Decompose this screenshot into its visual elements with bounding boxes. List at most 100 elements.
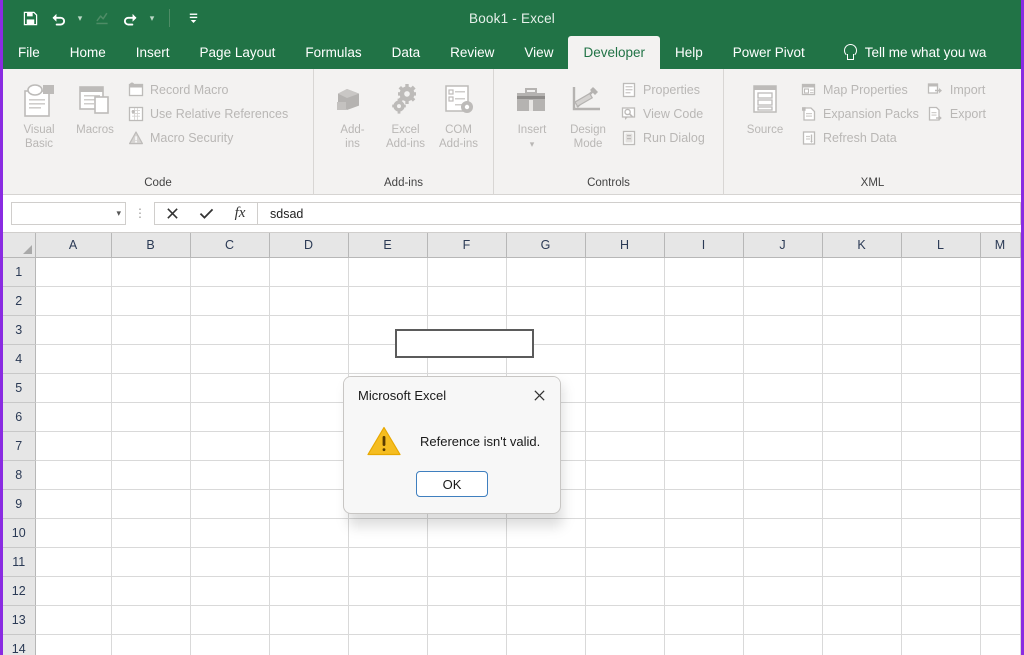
cell-C1[interactable] bbox=[190, 257, 269, 286]
cell-L8[interactable] bbox=[901, 460, 980, 489]
tab-file[interactable]: File bbox=[3, 36, 55, 69]
cell-H5[interactable] bbox=[585, 373, 664, 402]
column-header-i[interactable]: I bbox=[664, 233, 743, 257]
cell-E4[interactable] bbox=[348, 344, 427, 373]
cell-G11[interactable] bbox=[506, 547, 585, 576]
cell-C9[interactable] bbox=[190, 489, 269, 518]
cell-E14[interactable] bbox=[348, 634, 427, 655]
cell-K12[interactable] bbox=[822, 576, 901, 605]
tab-help[interactable]: Help bbox=[660, 36, 718, 69]
cell-A2[interactable] bbox=[35, 286, 111, 315]
cell-F1[interactable] bbox=[427, 257, 506, 286]
export-button[interactable]: Export bbox=[923, 102, 990, 126]
cell-J6[interactable] bbox=[743, 402, 822, 431]
cell-H9[interactable] bbox=[585, 489, 664, 518]
cell-A8[interactable] bbox=[35, 460, 111, 489]
cell-L7[interactable] bbox=[901, 431, 980, 460]
formula-input[interactable]: sdsad bbox=[257, 202, 1021, 225]
tab-home[interactable]: Home bbox=[55, 36, 121, 69]
cell-C6[interactable] bbox=[190, 402, 269, 431]
cell-D3[interactable] bbox=[269, 315, 348, 344]
cell-E12[interactable] bbox=[348, 576, 427, 605]
tell-me-box[interactable]: Tell me what you wa bbox=[820, 36, 987, 69]
properties-button[interactable]: Properties bbox=[616, 78, 709, 102]
row-header-14[interactable]: 14 bbox=[3, 634, 35, 655]
tab-data[interactable]: Data bbox=[377, 36, 436, 69]
cell-B9[interactable] bbox=[111, 489, 190, 518]
cell-J3[interactable] bbox=[743, 315, 822, 344]
cell-B3[interactable] bbox=[111, 315, 190, 344]
row-header-10[interactable]: 10 bbox=[3, 518, 35, 547]
cell-K9[interactable] bbox=[822, 489, 901, 518]
cell-E2[interactable] bbox=[348, 286, 427, 315]
cell-I1[interactable] bbox=[664, 257, 743, 286]
cell-J14[interactable] bbox=[743, 634, 822, 655]
cell-B11[interactable] bbox=[111, 547, 190, 576]
cell-L12[interactable] bbox=[901, 576, 980, 605]
row-header-12[interactable]: 12 bbox=[3, 576, 35, 605]
cell-C14[interactable] bbox=[190, 634, 269, 655]
macros-button[interactable]: Macros bbox=[67, 75, 123, 137]
cell-C5[interactable] bbox=[190, 373, 269, 402]
cell-C3[interactable] bbox=[190, 315, 269, 344]
cell-M5[interactable] bbox=[980, 373, 1020, 402]
insert-function-icon[interactable]: fx bbox=[223, 203, 257, 224]
column-header-m[interactable]: M bbox=[980, 233, 1020, 257]
cell-I13[interactable] bbox=[664, 605, 743, 634]
cell-D2[interactable] bbox=[269, 286, 348, 315]
cell-I6[interactable] bbox=[664, 402, 743, 431]
row-header-5[interactable]: 5 bbox=[3, 373, 35, 402]
customize-quick-access-toolbar-icon[interactable] bbox=[180, 5, 206, 31]
cell-I12[interactable] bbox=[664, 576, 743, 605]
cell-F4[interactable] bbox=[427, 344, 506, 373]
cell-B4[interactable] bbox=[111, 344, 190, 373]
tab-formulas[interactable]: Formulas bbox=[290, 36, 376, 69]
cell-A4[interactable] bbox=[35, 344, 111, 373]
cell-D4[interactable] bbox=[269, 344, 348, 373]
com-add-ins-button[interactable]: COM Add-ins bbox=[432, 75, 485, 151]
cell-M13[interactable] bbox=[980, 605, 1020, 634]
cell-M1[interactable] bbox=[980, 257, 1020, 286]
undo-dropdown-caret-icon[interactable]: ▾ bbox=[73, 5, 87, 31]
cell-G14[interactable] bbox=[506, 634, 585, 655]
cell-C7[interactable] bbox=[190, 431, 269, 460]
redo-dropdown-caret-icon[interactable]: ▾ bbox=[145, 5, 159, 31]
cell-A14[interactable] bbox=[35, 634, 111, 655]
cell-L5[interactable] bbox=[901, 373, 980, 402]
use-relative-references-button[interactable]: Use Relative References bbox=[123, 102, 292, 126]
ok-button[interactable]: OK bbox=[416, 471, 488, 497]
cell-F11[interactable] bbox=[427, 547, 506, 576]
cell-K5[interactable] bbox=[822, 373, 901, 402]
cell-I7[interactable] bbox=[664, 431, 743, 460]
cell-C8[interactable] bbox=[190, 460, 269, 489]
cell-G12[interactable] bbox=[506, 576, 585, 605]
cell-B12[interactable] bbox=[111, 576, 190, 605]
name-box[interactable]: ▾ bbox=[11, 202, 126, 225]
cell-B8[interactable] bbox=[111, 460, 190, 489]
cell-K2[interactable] bbox=[822, 286, 901, 315]
cell-K3[interactable] bbox=[822, 315, 901, 344]
cell-F12[interactable] bbox=[427, 576, 506, 605]
row-header-2[interactable]: 2 bbox=[3, 286, 35, 315]
cell-L4[interactable] bbox=[901, 344, 980, 373]
cell-D12[interactable] bbox=[269, 576, 348, 605]
column-header-g[interactable]: G bbox=[506, 233, 585, 257]
cell-K10[interactable] bbox=[822, 518, 901, 547]
import-button[interactable]: Import bbox=[923, 78, 990, 102]
cell-E11[interactable] bbox=[348, 547, 427, 576]
cell-J7[interactable] bbox=[743, 431, 822, 460]
cell-K13[interactable] bbox=[822, 605, 901, 634]
cell-H1[interactable] bbox=[585, 257, 664, 286]
cell-H13[interactable] bbox=[585, 605, 664, 634]
cell-C10[interactable] bbox=[190, 518, 269, 547]
column-header-k[interactable]: K bbox=[822, 233, 901, 257]
cell-A9[interactable] bbox=[35, 489, 111, 518]
cell-F2[interactable] bbox=[427, 286, 506, 315]
cell-F14[interactable] bbox=[427, 634, 506, 655]
cell-K6[interactable] bbox=[822, 402, 901, 431]
excel-add-ins-button[interactable]: Excel Add-ins bbox=[379, 75, 432, 151]
column-header-h[interactable]: H bbox=[585, 233, 664, 257]
macro-security-button[interactable]: Macro Security bbox=[123, 126, 292, 150]
select-all-corner[interactable] bbox=[3, 233, 35, 257]
cell-D7[interactable] bbox=[269, 431, 348, 460]
